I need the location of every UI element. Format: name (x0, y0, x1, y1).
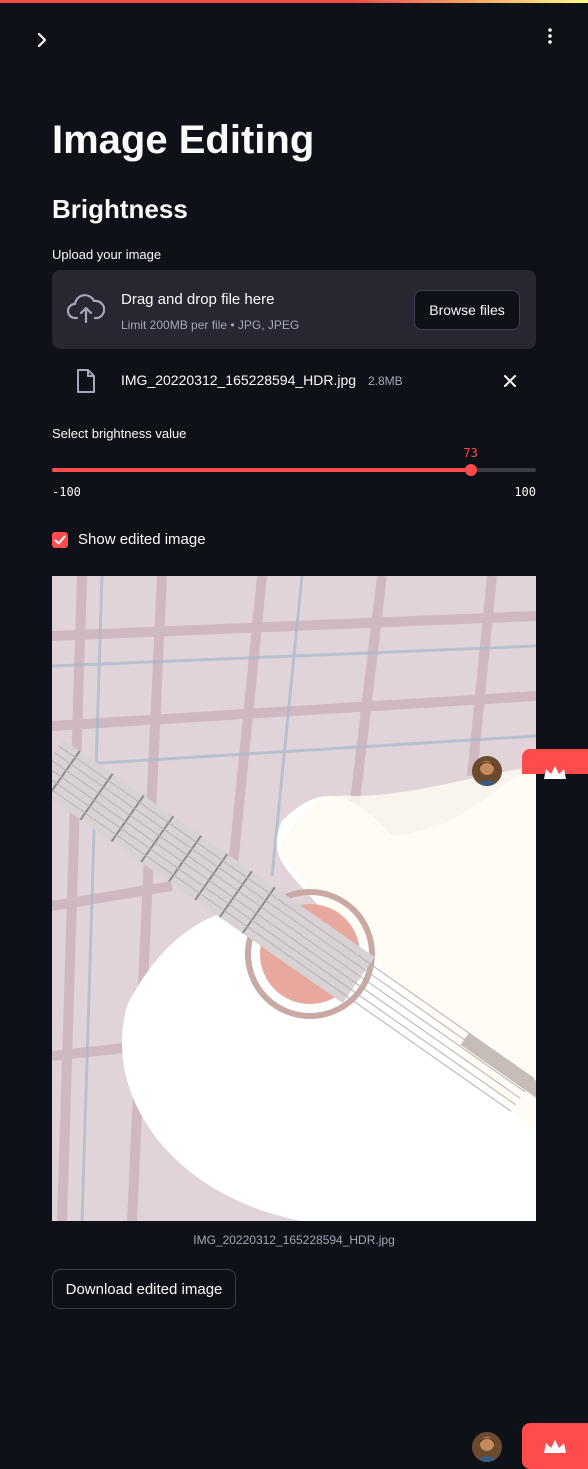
page-title: Image Editing (52, 118, 315, 162)
dropzone-title: Drag and drop file here (121, 291, 275, 308)
uploaded-file-name: IMG_20220312_165228594_HDR.jpg (121, 372, 357, 388)
page-subtitle: Brightness (52, 194, 188, 224)
uploaded-file-size: 2.8MB (368, 374, 403, 388)
image-caption: IMG_20220312_165228594_HDR.jpg (193, 1233, 395, 1247)
close-icon (504, 375, 516, 387)
slider-min-label: -100 (52, 485, 81, 499)
uploaded-file-row: IMG_20220312_165228594_HDR.jpg 2.8MB (52, 364, 536, 398)
slider-thumb[interactable] (464, 464, 477, 476)
edited-image (52, 576, 536, 1221)
kebab-menu-icon (548, 28, 552, 44)
slider-max-label: 100 (514, 485, 536, 499)
main-menu-button[interactable] (540, 26, 560, 46)
streamlit-badge[interactable] (522, 1423, 588, 1469)
show-edited-checkbox[interactable] (52, 532, 68, 548)
slider-value-label: 73 (463, 446, 478, 460)
dropzone-limit-text: Limit 200MB per file • JPG, JPEG (121, 318, 300, 332)
file-dropzone[interactable]: Drag and drop file here Limit 200MB per … (52, 270, 536, 349)
checkmark-icon (54, 535, 66, 545)
creator-avatar-bottom[interactable] (472, 1432, 502, 1462)
cloud-upload-icon (66, 294, 106, 329)
crown-icon (544, 766, 566, 779)
streamlit-badge-top[interactable] (522, 749, 588, 779)
creator-avatar[interactable] (472, 756, 502, 786)
chevron-right-icon (37, 32, 47, 48)
slider-label: Select brightness value (52, 426, 187, 441)
slider-fill (52, 468, 471, 472)
download-edited-image-button[interactable]: Download edited image (52, 1269, 236, 1309)
remove-file-button[interactable] (502, 373, 518, 389)
brightness-slider[interactable] (52, 462, 536, 478)
show-edited-checkbox-label[interactable]: Show edited image (78, 531, 206, 548)
sidebar-toggle-button[interactable] (32, 30, 52, 50)
crown-icon (544, 1440, 566, 1453)
uploader-label: Upload your image (52, 247, 162, 262)
browse-files-button[interactable]: Browse files (414, 290, 520, 330)
file-icon (76, 368, 96, 399)
top-decoration-bar (0, 0, 588, 3)
